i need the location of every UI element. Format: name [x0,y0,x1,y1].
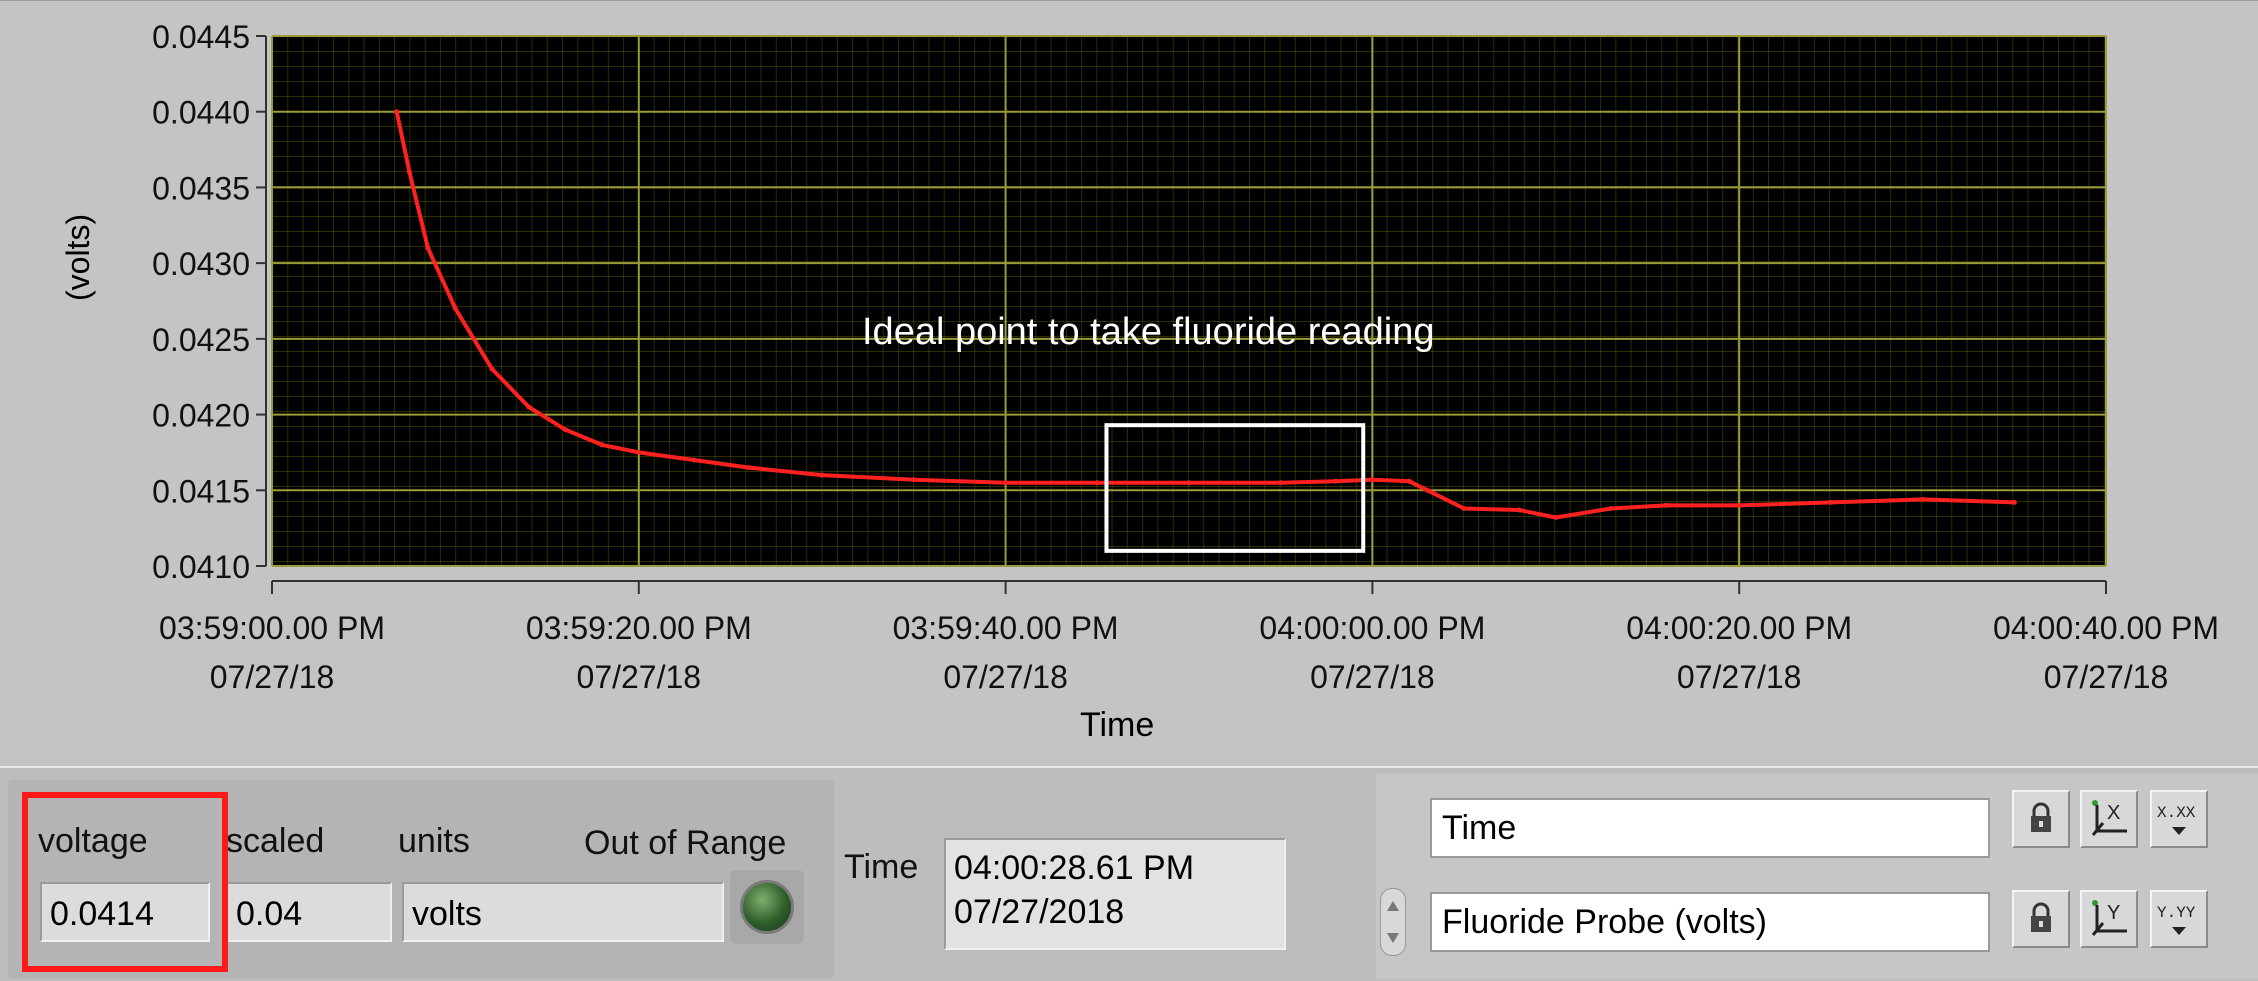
x-tick-label-date: 07/27/18 [210,659,335,695]
trace-point [1278,480,1284,486]
time-indicator-time: 04:00:28.61 PM [954,849,1195,887]
y-tick-label: 0.0430 [152,246,250,282]
y-tick-label: 0.0420 [152,398,250,434]
trace-point [425,245,431,251]
y-tick-label: 0.0440 [152,95,250,131]
x-tick-label-time: 03:59:00.00 PM [159,610,385,646]
x-tick-label-time: 03:59:40.00 PM [893,610,1119,646]
x-tick-label-time: 04:00:00.00 PM [1259,610,1485,646]
x-tick-label-time: 04:00:40.00 PM [1993,610,2219,646]
trace-point [636,449,642,455]
x-lock-button[interactable] [2012,790,2070,848]
x-tick-label-time: 04:00:20.00 PM [1626,610,1852,646]
trace-point [1461,505,1467,511]
y-format-text: Y.YY [2157,904,2196,922]
trace-point [1663,502,1669,508]
scaled-label: scaled [226,822,325,860]
x-tick-label-time: 03:59:20.00 PM [526,610,752,646]
x-tick-label-date: 07/27/18 [1310,659,1435,695]
y-axis-name-field[interactable]: Fluoride Probe (volts) [1430,892,1990,952]
y-tick-label: 0.0425 [152,322,250,358]
x-autoscale-button[interactable]: X [2080,790,2138,848]
x-tick-label-date: 07/27/18 [1677,659,1802,695]
units-indicator: volts [402,882,724,942]
axis-selector-spinner[interactable] [1380,888,1406,956]
lock-icon [2031,902,2051,932]
lock-icon [2031,802,2051,832]
trace-point [452,306,458,312]
trace-point [1094,480,1100,486]
x-format-text: X.XX [2157,804,2196,822]
y-format-button[interactable]: Y.YY [2150,890,2208,948]
chart-svg: 0.0445 0.0440 0.0435 0.0430 0.0425 0.0420 0.04… [152,19,2219,695]
trace-point [1920,496,1926,502]
trace-point [911,477,917,483]
trace-point [1003,480,1009,486]
x-autoscale-letter: X [2107,802,2120,824]
trace-point [1369,477,1375,483]
y-autoscale-letter: Y [2107,902,2120,924]
x-axis-name-field[interactable]: Time [1430,798,1990,858]
y-format-icon: Y.YY [2157,904,2196,935]
voltage-highlight-box [22,792,228,972]
x-tick-label-date: 07/27/18 [943,659,1068,695]
trace-point [526,404,532,410]
trace-point [1333,478,1339,484]
y-tick-label: 0.0410 [152,549,250,585]
y-tick-label: 0.0435 [152,170,250,206]
x-tick-label-date: 07/27/18 [577,659,702,695]
y-autoscale-button[interactable]: Y [2080,890,2138,948]
trace-point [1553,515,1559,521]
units-label: units [398,822,470,860]
trace-point [1406,478,1412,484]
ideal-reading-box [1104,423,1366,553]
x-format-icon: X.XX [2157,804,2196,835]
y-tick-label: 0.0445 [152,19,250,55]
trace-point [562,427,568,433]
spinner-arrows-icon [1387,901,1399,943]
trace-point [1516,507,1522,513]
waveform-chart-panel: 0.0445 0.0440 0.0435 0.0430 0.0425 0.0420 0.04… [0,0,2258,766]
out-of-range-led [740,880,794,934]
trace-point [489,366,495,372]
trace-point [2011,499,2017,505]
trace-point [1186,480,1192,486]
y-tick-label: 0.0415 [152,473,250,509]
trace-point [394,109,400,115]
trace-point [819,472,825,478]
x-tick-label-date: 07/27/18 [2044,659,2169,695]
annotation-label: Ideal point to take fluoride reading [862,311,1435,353]
trace-point [599,442,605,448]
time-indicator-date: 07/27/2018 [954,893,1125,931]
x-autoscale-icon: X [2091,800,2127,836]
scaled-indicator: 0.04 [226,882,392,942]
time-indicator: 04:00:28.61 PM 07/27/2018 [944,838,1286,950]
trace-point [1608,505,1614,511]
trace-point [1828,499,1834,505]
trace-point [691,457,697,463]
out-of-range-label: Out of Range [584,824,787,862]
trace-point [1736,502,1742,508]
x-axis-title: Time [1080,706,1155,744]
y-axis-title: (volts) [60,213,96,301]
y-lock-button[interactable] [2012,890,2070,948]
trace-point [1424,487,1430,493]
time-label: Time [844,848,919,886]
y-autoscale-icon: Y [2091,900,2127,936]
trace-point [407,169,413,175]
x-format-button[interactable]: X.XX [2150,790,2208,848]
trace-point [746,465,752,471]
